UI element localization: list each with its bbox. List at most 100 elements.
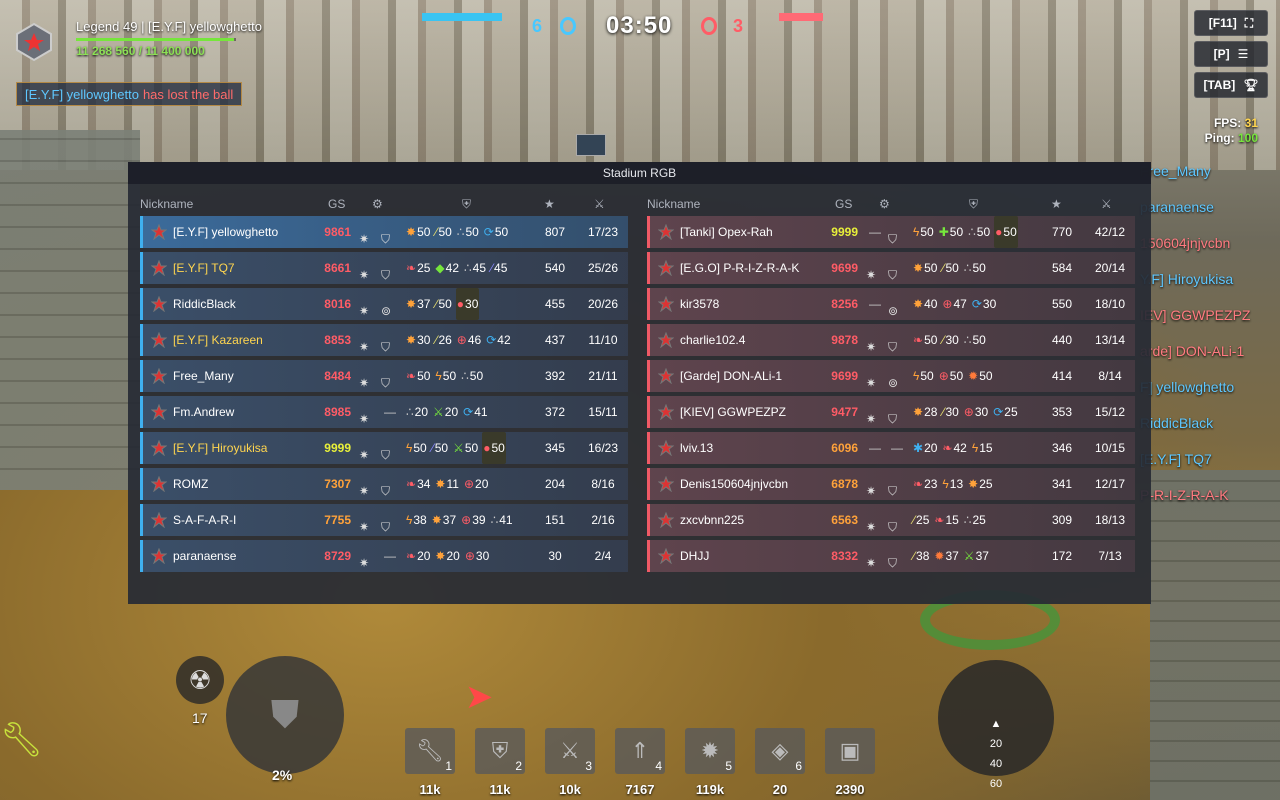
supply-slot[interactable]: ✹ 5: [685, 728, 735, 774]
supply-slot[interactable]: ▣: [825, 728, 875, 774]
player-row[interactable]: [E.G.O] P-R-I-Z-R-A-K 9699 ✷ ⛉ ✸ 50 ⁄ 50 ∴ 50 584 2…: [647, 252, 1135, 284]
player-row[interactable]: [E.Y.F] TQ7 8661 ✷ ⛉ ❧ 25 ◆ 42 ∴ 45 ⁄ 45 540 25/26: [140, 252, 628, 284]
player-row[interactable]: zxcvbnn225 6563 ✷ ⛉ ⁄ 25 ❧ 15 ∴ 25 309 18/13: [647, 504, 1135, 536]
module-icon: ✸: [913, 297, 924, 311]
player-row[interactable]: [E.Y.F] yellowghetto 9861 ✷ ⛉ ✸ 50 ⁄ 50 ∴ 50 ⟳ 50 80…: [140, 216, 628, 248]
module-chip: ⊕ 46: [456, 324, 482, 356]
supply-slot[interactable]: ⛨ 2: [475, 728, 525, 774]
module-chip: ✸ 25: [967, 468, 993, 500]
overdrive-icon[interactable]: ☢: [176, 656, 224, 704]
wall-left: [0, 130, 140, 490]
player-row[interactable]: RiddicBlack 8016 ✷ ⊚ ✸ 37 ⁄ 50 ● 30 455 20/26: [140, 288, 628, 320]
player-score: 341: [1051, 477, 1073, 491]
shield-icon: ⛨: [491, 738, 509, 763]
shield-icon: ⛨: [462, 196, 472, 211]
module-value: 37: [975, 549, 989, 563]
player-row[interactable]: lviv.13 6096— — ✱ 20 ❧ 42 ϟ 15 346 10/15: [647, 432, 1135, 464]
module-value: 15: [945, 513, 959, 527]
equipment: ✷ ⛉: [359, 432, 409, 464]
module-chip: ◆ 42: [434, 252, 460, 284]
protection-modules: ✸ 37 ⁄ 50 ● 30: [405, 288, 537, 320]
module-value: 50: [976, 225, 991, 239]
module-chip: ❧ 42: [941, 432, 967, 464]
module-value: 50: [945, 261, 959, 275]
module-value: 50: [413, 441, 427, 455]
protection-modules: ❧ 50 ϟ 50 ∴ 50: [405, 360, 537, 392]
module-icon: ⟳: [993, 405, 1004, 419]
fullscreen-button[interactable]: [F11] ⛶: [1194, 10, 1268, 36]
supply-slot[interactable]: ⇑ 4: [615, 728, 665, 774]
player-nickname: kir3578: [680, 297, 720, 311]
supply-slot[interactable]: 🔧︎ 1: [405, 728, 455, 774]
module-value: 50: [438, 225, 452, 239]
rank-icon: [151, 504, 169, 536]
player-row[interactable]: [Garde] DON-ALi-1 9699 ✷ ⊚ ϟ 50 ⊕ 50 ✹ 50 414 8/14: [647, 360, 1135, 392]
protection-modules: ∴ 20 ⚔ 20 ⟳ 41: [405, 396, 537, 428]
module-icon: ❧: [942, 441, 953, 455]
equipment: — —: [866, 432, 916, 464]
player-score: 770: [1051, 225, 1073, 239]
movement-joystick[interactable]: ⛊: [226, 656, 344, 774]
slot-key: 1: [445, 759, 452, 773]
module-icon: ⁄: [435, 297, 438, 311]
gear-score: 8985: [324, 405, 351, 419]
rank-icon: [151, 468, 169, 500]
player-row[interactable]: Free_Many 8484 ✷ ⛉ ❧ 50 ϟ 50 ∴ 50 392 21/11: [140, 360, 628, 392]
module-value: 50: [434, 441, 449, 455]
menu-button[interactable]: [P] ☰: [1194, 41, 1268, 67]
player-score: 455: [544, 297, 566, 311]
module-value: 28: [924, 405, 938, 419]
equipment: — ⛉: [866, 216, 916, 248]
player-row[interactable]: DHJJ 8332 ✷ ⛉ ⁄ 38 ✹ 37 ⚔ 37 172 7/13: [647, 540, 1135, 572]
module-value: 42: [953, 441, 967, 455]
module-icon: ⟳: [971, 297, 982, 311]
module-chip: ✸ 50: [912, 252, 938, 284]
module-icon: ⁄: [435, 225, 438, 239]
module-icon: ⚔: [453, 441, 464, 455]
gear-score: 8729: [324, 549, 351, 563]
module-value: 40: [924, 297, 938, 311]
module-icon: ✸: [406, 333, 417, 347]
player-row[interactable]: [KIEV] GGWPEZPZ 9477 ✷ ⛉ ✸ 28 ⁄ 30 ⊕ 30 ⟳ 25 353 15/1…: [647, 396, 1135, 428]
player-nickname: RiddicBlack: [173, 297, 236, 311]
module-icon: ⊕: [464, 549, 475, 563]
player-nickname: [E.Y.F] yellowghetto: [173, 225, 279, 239]
module-value: 50: [920, 225, 934, 239]
protection-modules: ✸ 28 ⁄ 30 ⊕ 30 ⟳ 25: [912, 396, 1044, 428]
gear-score: 8853: [324, 333, 351, 347]
player-row[interactable]: S-A-F-A-R-I 7755 ✷ ⛉ ϟ 38 ✸ 37 ⊕ 39 ∴ 41 151 2/16: [140, 504, 628, 536]
module-icon: ❧: [406, 549, 417, 563]
protection-modules: ϟ 50 ⁄ 50 ⚔ 50 ● 50: [405, 432, 537, 464]
player-row[interactable]: [E.Y.F] Hiroyukisa 9999 ✷ ⛉ ϟ 50 ⁄ 50 ⚔ 50 ● 50 345 1…: [140, 432, 628, 464]
module-chip: ϟ 50: [912, 216, 935, 248]
module-value: 50: [949, 369, 964, 383]
scoreboard-button[interactable]: [TAB] 🏆︎: [1194, 72, 1268, 98]
supply-slot[interactable]: ⚔ 3: [545, 728, 595, 774]
gear-score: 9699: [831, 261, 858, 275]
player-row[interactable]: charlie102.4 9878 ✷ ⛉ ❧ 50 ⁄ 30 ∴ 50 440 13/14: [647, 324, 1135, 356]
player-score: 353: [1051, 405, 1073, 419]
player-row[interactable]: [E.Y.F] Kazareen 8853 ✷ ⛉ ✸ 30 ⁄ 26 ⊕ 46 ⟳ 42 437 11/…: [140, 324, 628, 356]
module-chip: ⚔ 50: [452, 432, 479, 464]
supply-slot[interactable]: ◈ 6: [755, 728, 805, 774]
module-icon: ⊕: [963, 405, 974, 419]
module-chip: ⁄ 50: [434, 288, 452, 320]
module-icon: ⁄: [913, 513, 916, 527]
player-row[interactable]: paranaense 8729 ✷ — ❧ 20 ✸ 20 ⊕ 30 30 2/4: [140, 540, 628, 572]
gear-icon: ⚙: [372, 197, 383, 211]
nickname-header: Nickname: [647, 197, 701, 211]
rank-icon: [151, 396, 169, 428]
red-team-rows: [Tanki] Opex-Rah 9999— ⛉ ϟ 50 ✚ 50 ∴ 50 ● 50 770 42/…: [647, 216, 1135, 572]
player-nickname: ROMZ: [173, 477, 209, 491]
module-chip: ✸ 11: [434, 468, 460, 500]
player-row[interactable]: [Tanki] Opex-Rah 9999— ⛉ ϟ 50 ✚ 50 ∴ 50 ● 50 770 42/…: [647, 216, 1135, 248]
module-icon: ∴: [490, 513, 499, 527]
player-row[interactable]: Fm.Andrew 8985 ✷ — ∴ 20 ⚔ 20 ⟳ 41 372 15/11: [140, 396, 628, 428]
rank-icon: [151, 252, 169, 284]
module-icon: ∴: [963, 333, 972, 347]
player-row[interactable]: kir3578 8256— ⊚ ✸ 40 ⊕ 47 ⟳ 30 550 18/10: [647, 288, 1135, 320]
module-value: 50: [442, 369, 457, 383]
player-row[interactable]: ROMZ 7307 ✷ ⛉ ❧ 34 ✸ 11 ⊕ 20 204 8/16: [140, 468, 628, 500]
player-row[interactable]: Denis150604jnjvcbn 6878 ✷ ⛉ ❧ 23 ϟ 13 ✸ 25 341 12/1…: [647, 468, 1135, 500]
module-chip: ✸ 50: [405, 216, 431, 248]
